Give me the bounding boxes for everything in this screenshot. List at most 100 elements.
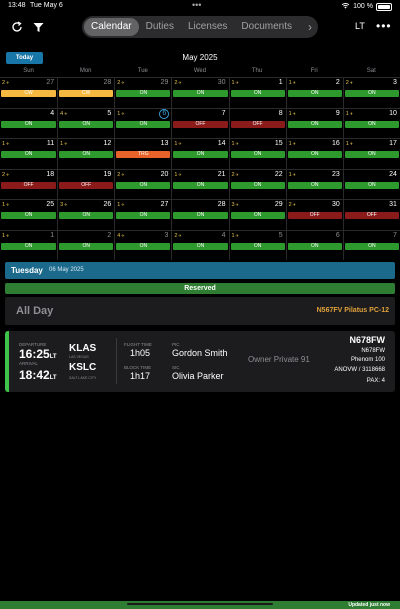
duty-status-bar[interactable]: OFF [287,212,342,219]
duty-status-bar[interactable]: ON [116,242,171,250]
filter-icon[interactable] [29,18,47,36]
calendar-day-cell[interactable]: 1 ✈ 9 ON [285,108,343,138]
calendar-day-cell[interactable]: 1 ✈ 11 ON [0,139,57,169]
duty-status-bar[interactable]: TRG [116,151,171,158]
calendar-day-cell[interactable]: 1 ✈ 21 ON [171,169,228,199]
day-number: 12 [103,140,112,147]
duty-status-bar[interactable]: ON [344,90,399,97]
duty-status-bar[interactable]: ON [230,90,285,97]
calendar-day-cell[interactable]: 1 ✈ 10 ON [342,108,400,138]
refresh-icon[interactable] [8,18,26,36]
calendar-day-cell[interactable]: 1 ✈ 1 ON [0,231,57,261]
duty-status-bar[interactable]: ON [59,242,114,250]
calendar-day-cell[interactable]: 2 ✈ 30 OFF [285,200,343,230]
duty-status-bar[interactable]: OFF [344,212,399,219]
duty-status-bar[interactable]: ON [230,242,285,250]
duty-status-bar[interactable]: ON [287,90,342,97]
duty-status-bar[interactable]: ON [116,90,171,97]
duty-status-bar[interactable]: OFF [1,181,57,189]
all-day-event[interactable]: All Day N567FV Pilatus PC-12 [5,297,395,325]
calendar-day-cell[interactable]: 8 OFF [228,108,286,138]
tab-documents[interactable]: Documents [234,18,299,36]
flight-icon: ✈ [235,171,239,177]
duty-status-bar[interactable]: ON [344,151,399,158]
duty-status-bar[interactable]: OFF [173,120,228,128]
calendar-day-cell[interactable]: 7 OFF [171,108,228,138]
duty-status-bar[interactable]: ON [344,242,399,250]
duty-status-bar[interactable]: ON [116,120,171,128]
calendar-day-cell[interactable]: 1 ✈ 2 ON [285,78,343,108]
calendar-day-cell[interactable]: 4 ✈ 5 ON [57,108,114,138]
duty-status-bar[interactable]: CW [59,90,114,97]
calendar-day-cell[interactable]: 24 ON [342,169,400,199]
calendar-day-cell[interactable]: 28 ON [171,200,228,230]
duty-status-bar[interactable]: OFF [230,120,285,128]
duty-status-bar[interactable]: CW [1,90,57,97]
calendar-day-cell[interactable]: 6 ON [285,230,343,260]
calendar-day-cell[interactable]: 2 ✈ 22 ON [228,169,286,199]
duty-status-bar[interactable]: ON [287,151,342,158]
tab-duties[interactable]: Duties [139,18,181,36]
calendar-day-cell[interactable]: 4 ✈ 3 ON [114,230,171,260]
calendar-day-cell[interactable]: 2 ✈ 18 OFF [0,170,57,200]
calendar-day-cell[interactable]: 1 ✈ 25 ON [0,200,57,230]
tab-calendar[interactable]: Calendar [84,18,139,36]
multitasking-dots-icon[interactable]: ••• [192,0,201,10]
calendar-day-cell[interactable]: 1 ✈ 14 ON [171,139,228,169]
tab-licenses[interactable]: Licenses [181,18,234,36]
calendar-day-cell[interactable]: 31 OFF [342,200,400,230]
duty-status-bar[interactable]: ON [173,212,228,219]
calendar-day-cell[interactable]: 3 ✈ 26 ON [57,200,114,230]
calendar-day-cell[interactable]: 2 ✈ 20 ON [114,169,171,199]
calendar-day-cell[interactable]: 19 OFF [57,169,114,199]
calendar-day-cell[interactable]: 1 ✈ 17 ON [342,139,400,169]
duty-status-bar[interactable]: ON [173,242,228,250]
duty-status-bar[interactable]: ON [1,120,57,128]
duty-status-bar[interactable]: ON [344,120,399,128]
calendar-day-cell[interactable]: 2 ✈ 27 CW [0,78,57,108]
duty-status-bar[interactable]: ON [59,212,114,219]
more-icon[interactable]: ••• [376,19,392,33]
calendar-day-cell[interactable]: 2 ✈ 3 ON [342,78,400,108]
calendar-day-cell[interactable]: 2 ON [57,230,114,260]
duty-status-bar[interactable]: ON [230,212,285,219]
calendar-day-cell[interactable]: 1 ✈ 15 ON [228,139,286,169]
calendar-day-cell[interactable]: 7 ON [342,230,400,260]
calendar-day-cell[interactable]: 2 ✈ 30 ON [171,78,228,108]
duty-status-bar[interactable]: ON [173,151,228,158]
calendar-day-cell[interactable]: 28 CW [57,78,114,108]
calendar-day-cell[interactable]: 4 ON [0,109,57,139]
calendar-day-cell[interactable]: 1 ✈ 16 ON [285,139,343,169]
duty-status-bar[interactable]: ON [173,181,228,189]
flight-card[interactable]: DEPARTURE 16:25LT ARRIVAL 18:42LT KLAS L… [5,331,395,392]
duty-status-bar[interactable]: ON [173,90,228,97]
chevron-right-icon[interactable]: › [308,20,316,34]
duty-status-bar[interactable]: ON [287,242,342,250]
duty-status-bar[interactable]: ON [116,212,171,219]
duty-status-bar[interactable]: ON [1,212,57,219]
duty-status-bar[interactable]: ON [1,151,57,158]
calendar-day-cell[interactable]: 1 ✈ 1 ON [228,78,286,108]
duty-status-bar[interactable]: ON [230,181,285,189]
duty-status-bar[interactable]: ON [230,151,285,158]
calendar-day-cell[interactable]: 1 ✈ 5 ON [228,230,286,260]
reserved-banner[interactable]: Reserved [5,283,395,294]
duty-status-bar[interactable]: ON [344,181,399,189]
duty-status-bar[interactable]: ON [287,120,342,128]
calendar-day-cell[interactable]: 13 TRG [114,139,171,169]
event-count: 1 [231,232,235,239]
calendar-day-cell[interactable]: 3 ✈ 29 ON [228,200,286,230]
duty-status-bar[interactable]: ON [59,120,114,128]
duty-status-bar[interactable]: ON [1,242,57,250]
calendar-day-cell[interactable]: 1 ✈ 6 ON [114,108,171,138]
duty-status-bar[interactable]: ON [116,181,171,189]
calendar-day-cell[interactable]: 1 ✈ 27 ON [114,200,171,230]
timezone-button[interactable]: LT [355,21,365,31]
duty-status-bar[interactable]: OFF [59,181,114,189]
calendar-day-cell[interactable]: 1 ✈ 23 ON [285,169,343,199]
duty-status-bar[interactable]: ON [287,181,342,189]
calendar-day-cell[interactable]: 2 ✈ 29 ON [114,78,171,108]
calendar-day-cell[interactable]: 1 ✈ 12 ON [57,139,114,169]
duty-status-bar[interactable]: ON [59,151,114,158]
calendar-day-cell[interactable]: 2 ✈ 4 ON [171,230,228,260]
